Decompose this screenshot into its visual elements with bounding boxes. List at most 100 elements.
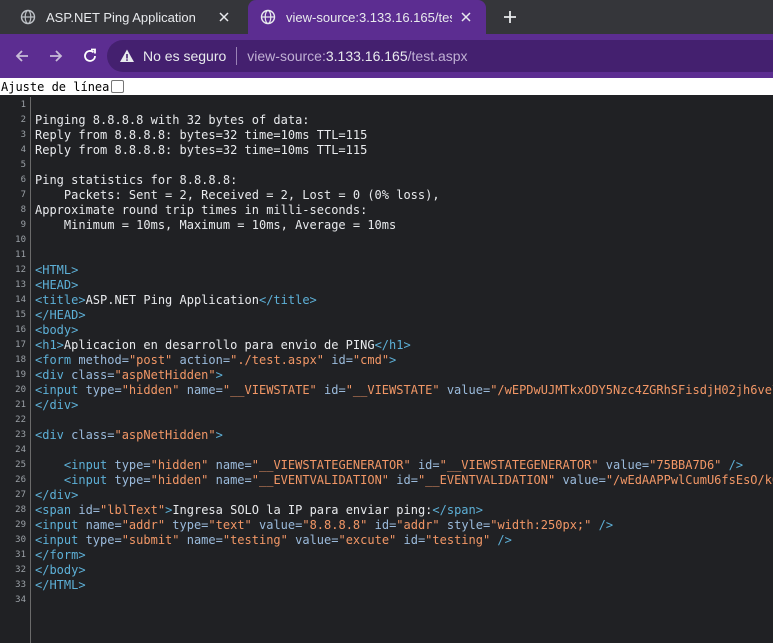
arrow-right-icon — [50, 50, 63, 62]
source-line: 1 — [0, 98, 773, 113]
line-number: 1 — [20, 100, 26, 110]
line-text — [28, 98, 35, 113]
close-icon[interactable] — [458, 9, 474, 25]
line-number: 21 — [15, 400, 26, 410]
line-text: <h1>Aplicacion en desarrollo para envio … — [28, 338, 411, 353]
token-tag: > — [215, 368, 223, 382]
line-text: <form method="post" action="./test.aspx"… — [28, 353, 396, 368]
source-line: 13 <HEAD> — [0, 278, 773, 293]
token-val: "excute" — [338, 533, 397, 547]
token-tag: > — [215, 428, 223, 442]
url-text[interactable]: view-source:3.133.16.165/test.aspx — [247, 48, 467, 64]
tab-view-source[interactable]: view-source:3.133.16.165/test.aspx — [248, 0, 486, 34]
token-attr: style= — [439, 518, 491, 532]
token-attr: id= — [389, 473, 418, 487]
line-text: <div class="aspNetHidden"> — [28, 428, 223, 443]
token-val: "hidden" — [150, 473, 209, 487]
line-text: Packets: Sent = 2, Received = 2, Lost = … — [28, 188, 440, 203]
token-val: "__VIEWSTATE" — [222, 383, 317, 397]
security-label[interactable]: No es seguro — [143, 48, 226, 64]
token-tag: <HEAD> — [35, 278, 79, 292]
token-plain: Packets: Sent = 2, Received = 2, Lost = … — [35, 188, 440, 202]
source-line: 22 — [0, 413, 773, 428]
close-icon[interactable] — [216, 9, 232, 25]
globe-icon — [20, 9, 36, 25]
line-number: 15 — [15, 310, 26, 320]
token-val: "lblText" — [100, 503, 166, 517]
token-val: "/wEdAAPPwlCumU6fsEsO/kO — [605, 473, 773, 487]
line-wrap-label: Ajuste de línea — [1, 79, 110, 94]
source-line: 23 <div class="aspNetHidden"> — [0, 428, 773, 443]
new-tab-button[interactable] — [498, 5, 522, 29]
source-line: 32 </body> — [0, 563, 773, 578]
line-number: 22 — [15, 415, 26, 425]
line-text — [28, 248, 35, 263]
token-tag: <h1> — [35, 338, 64, 352]
token-tag: /> — [591, 518, 614, 532]
source-line: 7 Packets: Sent = 2, Received = 2, Lost … — [0, 188, 773, 203]
line-number: 29 — [15, 520, 26, 530]
reload-icon — [84, 48, 96, 62]
line-text: Pinging 8.8.8.8 with 32 bytes of data: — [28, 113, 310, 128]
forward-button[interactable] — [44, 44, 68, 68]
token-val: "hidden" — [121, 383, 180, 397]
source-line: 12 <HTML> — [0, 263, 773, 278]
line-wrap-checkbox[interactable] — [111, 80, 125, 93]
line-text: </HTML> — [28, 578, 86, 593]
token-attr: method= — [78, 353, 129, 367]
line-number: 5 — [20, 160, 26, 170]
token-val: "submit" — [121, 533, 180, 547]
line-text: Approximate round trip times in milli-se… — [28, 203, 367, 218]
token-tag: </form> — [35, 548, 86, 562]
plus-icon — [504, 11, 516, 23]
token-val: "addr" — [396, 518, 440, 532]
line-text: </div> — [28, 488, 78, 503]
source-line: 14 <title>ASP.NET Ping Application</title… — [0, 293, 773, 308]
token-tag: <body> — [35, 323, 79, 337]
tab-title: ASP.NET Ping Application — [46, 9, 196, 25]
line-text: Reply from 8.8.8.8: bytes=32 time=10ms T… — [28, 143, 367, 158]
source-line: 17 <h1>Aplicacion en desarrollo para envi… — [0, 338, 773, 353]
token-tag: <input — [35, 383, 86, 397]
token-tag: /> — [490, 533, 512, 547]
line-number: 14 — [15, 295, 26, 305]
token-attr: value= — [598, 458, 650, 472]
back-button[interactable] — [10, 44, 34, 68]
line-number: 26 — [15, 475, 26, 485]
token-attr: name= — [208, 458, 252, 472]
token-val: "__VIEWSTATEGENERATOR" — [251, 458, 411, 472]
token-val: "/wEPDwUJMTkxODY5Nzc4ZGRhSFisdjH02jh6ve7 — [490, 383, 773, 397]
reload-button[interactable] — [78, 44, 102, 68]
token-attr: id= — [410, 458, 440, 472]
token-tag: </HTML> — [35, 578, 86, 592]
warning-icon[interactable] — [119, 48, 135, 64]
token-val: "./test.aspx" — [230, 353, 325, 367]
source-line: 10 — [0, 233, 773, 248]
line-number: 28 — [15, 505, 26, 515]
tab-ping-application[interactable]: ASP.NET Ping Application — [8, 0, 244, 34]
token-attr: type= — [85, 533, 122, 547]
token-tag: <div — [35, 368, 72, 382]
globe-icon — [260, 9, 276, 25]
line-text: Reply from 8.8.8.8: bytes=32 time=10ms T… — [28, 128, 367, 143]
line-number: 32 — [15, 565, 26, 575]
source-line: 20 <input type="hidden" name="__VIEWSTATE… — [0, 383, 773, 398]
token-attr: id= — [367, 518, 397, 532]
divider — [236, 47, 238, 65]
source-line: 26 <input type="hidden" name="__EVENTVAL… — [0, 473, 773, 488]
token-attr: type= — [114, 458, 151, 472]
token-tag: <HTML> — [35, 263, 79, 277]
token-val: "testing" — [222, 533, 288, 547]
token-attr: name= — [179, 533, 223, 547]
token-val: "testing" — [425, 533, 491, 547]
source-line: 30 <input type="submit" name="testing" va… — [0, 533, 773, 548]
token-tag: </h1> — [374, 338, 411, 352]
token-val: "hidden" — [150, 458, 209, 472]
source-line: 29 <input name="addr" type="text" value="… — [0, 518, 773, 533]
token-tag: </div> — [35, 488, 79, 502]
line-number: 33 — [15, 580, 26, 590]
address-bar[interactable]: No es seguro view-source:3.133.16.165/te… — [107, 40, 773, 72]
line-text: <HEAD> — [28, 278, 78, 293]
line-number: 2 — [20, 115, 26, 125]
token-attr: action= — [172, 353, 231, 367]
